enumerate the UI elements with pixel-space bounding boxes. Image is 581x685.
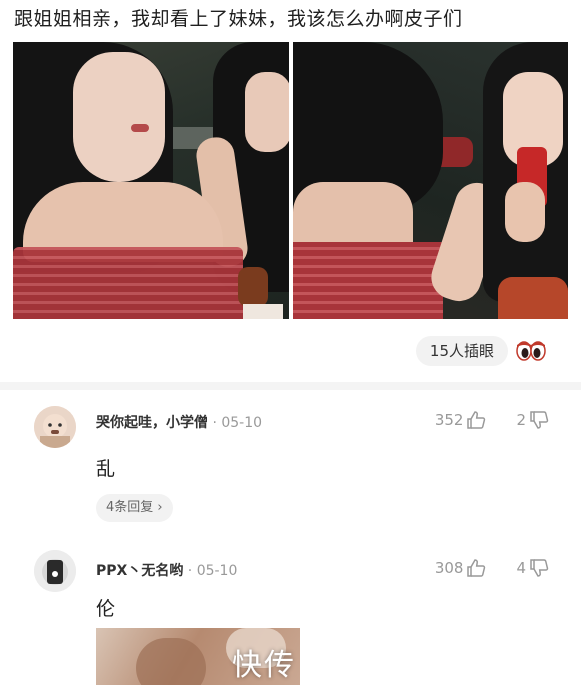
comment-date: 05-10	[196, 563, 238, 579]
thumbs-up-icon	[467, 559, 486, 577]
section-divider	[0, 382, 581, 390]
comment-actions: 308 4	[435, 558, 549, 578]
comment-meta: PPX丶无名哟 · 05-10	[96, 560, 237, 580]
comment-date-separator: ·	[187, 563, 197, 579]
comment-meta: 哭你起哇，小学僧 · 05-10	[96, 412, 262, 432]
dislike-button[interactable]: 2	[516, 410, 549, 430]
comment-actions: 352 2	[435, 410, 549, 430]
thumbs-down-icon	[530, 411, 549, 429]
chevron-right-icon: ›	[157, 500, 163, 515]
watch-row: 15人插眼	[415, 336, 546, 366]
watermark-text: 快传	[232, 648, 296, 683]
comment-date: 05-10	[221, 415, 263, 431]
like-button[interactable]: 308	[435, 558, 487, 578]
dislike-count: 4	[516, 559, 526, 577]
like-count: 308	[434, 559, 464, 577]
dislike-button[interactable]: 4	[516, 558, 549, 578]
comment-username[interactable]: 哭你起哇，小学僧	[96, 415, 208, 431]
like-count: 352	[434, 411, 464, 429]
eyes-icon[interactable]	[516, 341, 546, 361]
post-title: 跟姐姐相亲，我却看上了妹妹，我该怎么办啊皮子们	[14, 8, 463, 30]
watch-count-badge[interactable]: 15人插眼	[415, 336, 508, 366]
view-replies-button[interactable]: 4条回复 ›	[96, 494, 173, 522]
comment-text: 伦	[96, 598, 116, 620]
dislike-count: 2	[516, 411, 526, 429]
avatar[interactable]	[34, 550, 76, 592]
like-button[interactable]: 352	[435, 410, 487, 430]
thumbs-down-icon	[530, 559, 549, 577]
comment-username[interactable]: PPX丶无名哟	[96, 563, 183, 579]
post-image-right[interactable]	[293, 42, 568, 319]
thumbs-up-icon	[467, 411, 486, 429]
comment-text: 乱	[96, 458, 116, 480]
post-image-left[interactable]	[13, 42, 289, 319]
avatar[interactable]	[34, 406, 76, 448]
reply-count-label: 4条回复	[106, 500, 154, 515]
